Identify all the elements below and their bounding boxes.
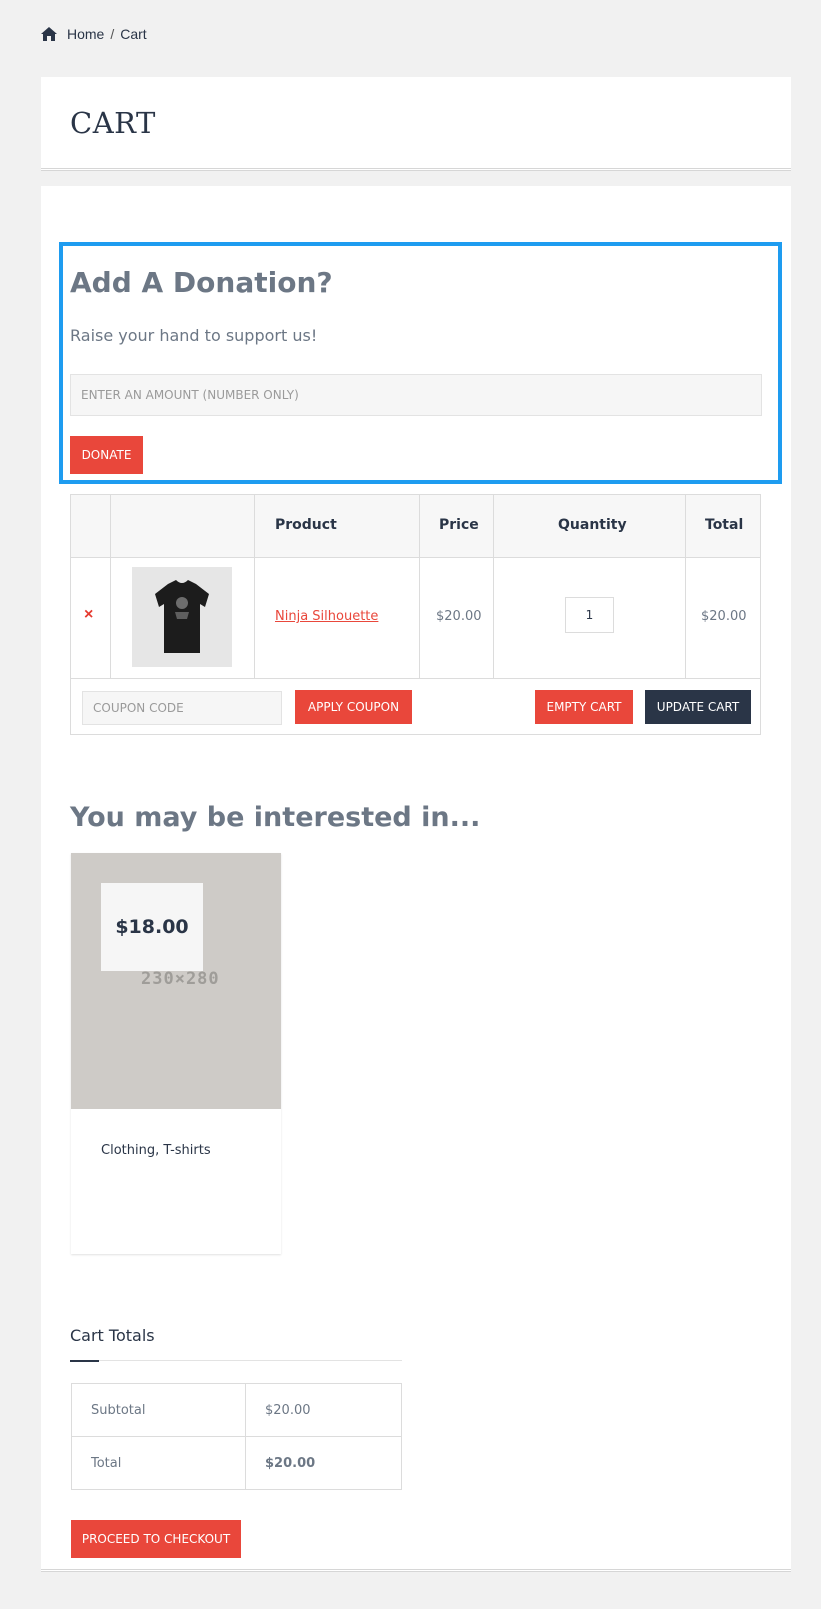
product-thumbnail[interactable] xyxy=(132,567,232,667)
table-divider xyxy=(685,495,686,678)
cart-totals-title: Cart Totals xyxy=(70,1326,155,1345)
product-price: $20.00 xyxy=(436,609,482,624)
totals-divider xyxy=(70,1360,402,1361)
donate-button[interactable]: DONATE xyxy=(70,436,143,474)
apply-coupon-button[interactable]: APPLY COUPON xyxy=(295,690,412,724)
product-name-link[interactable]: Ninja Silhouette xyxy=(275,609,378,624)
home-icon[interactable] xyxy=(41,27,57,41)
table-divider xyxy=(493,495,494,678)
totals-accent-bar xyxy=(70,1360,99,1362)
empty-cart-button[interactable]: EMPTY CART xyxy=(535,690,633,724)
total-value: $20.00 xyxy=(265,1456,316,1471)
proceed-to-checkout-button[interactable]: PROCEED TO CHECKOUT xyxy=(71,1520,241,1558)
tshirt-icon xyxy=(132,567,232,667)
column-header-total: Total xyxy=(705,517,744,533)
remove-item-icon[interactable]: × xyxy=(84,606,93,624)
table-divider xyxy=(71,1436,401,1437)
update-cart-button[interactable]: UPDATE CART xyxy=(645,690,751,724)
column-header-price: Price xyxy=(439,517,479,533)
coupon-code-input[interactable] xyxy=(82,691,282,725)
page-title: CART xyxy=(70,106,156,140)
table-divider xyxy=(419,495,420,678)
subtotal-label: Subtotal xyxy=(91,1403,146,1418)
donation-text: Raise your hand to support us! xyxy=(70,326,318,345)
donation-amount-input[interactable] xyxy=(70,374,762,416)
cart-table-header xyxy=(71,495,760,558)
price-badge: $18.00 xyxy=(101,883,203,971)
table-divider xyxy=(254,495,255,678)
interested-section-title: You may be interested in... xyxy=(70,802,481,833)
product-total: $20.00 xyxy=(701,609,747,624)
donation-title: Add A Donation? xyxy=(70,266,333,299)
product-categories[interactable]: Clothing, T-shirts xyxy=(101,1143,211,1158)
breadcrumb-separator: / xyxy=(110,26,115,42)
breadcrumb-current: Cart xyxy=(120,26,147,42)
total-label: Total xyxy=(91,1456,122,1471)
subtotal-value: $20.00 xyxy=(265,1403,311,1418)
breadcrumb-home-link[interactable]: Home xyxy=(67,26,104,42)
image-placeholder-text: 230×280 xyxy=(141,969,220,989)
table-divider xyxy=(71,678,760,679)
table-divider xyxy=(110,495,111,678)
quantity-input[interactable] xyxy=(565,597,614,633)
column-header-product: Product xyxy=(275,517,337,533)
column-header-quantity: Quantity xyxy=(558,517,627,533)
breadcrumb: Home / Cart xyxy=(41,26,147,42)
